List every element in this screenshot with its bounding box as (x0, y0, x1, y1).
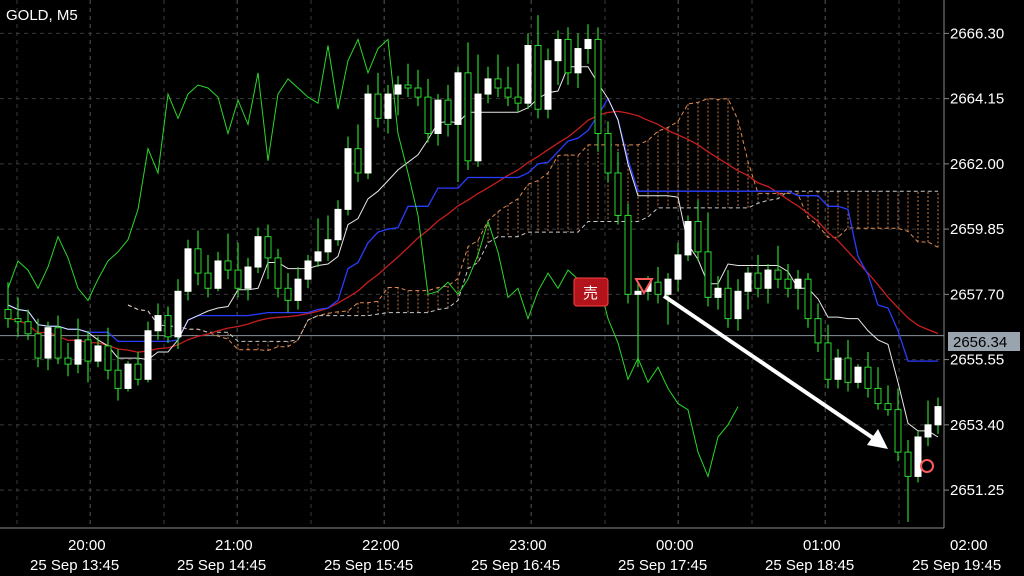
x-tick-label-date: 25 Sep 15:45 (324, 557, 413, 574)
candle (344, 136, 352, 216)
candle (184, 239, 192, 301)
candle (364, 84, 372, 180)
y-tick-label: 2659.85 (950, 221, 1004, 238)
sell-label: 売 (583, 284, 598, 302)
x-tick-label-date: 25 Sep 17:45 (618, 557, 707, 574)
y-tick-label: 2664.15 (950, 91, 1004, 108)
current-price-label: 2656.34 (953, 334, 1007, 351)
x-tick-label-time: 21:00 (215, 537, 253, 554)
x-tick-label-time: 22:00 (362, 537, 400, 554)
x-tick-label-time: 00:00 (656, 537, 694, 554)
y-tick-label: 2653.40 (950, 417, 1004, 434)
x-tick-label-date: 25 Sep 18:45 (765, 557, 854, 574)
x-tick-label-time: 23:00 (509, 537, 547, 554)
x-tick-label-time: 20:00 (68, 537, 106, 554)
candlestick-chart: 2666.30 2664.15 2662.00 2659.85 2657.70 2655.… (0, 0, 1024, 576)
candle (914, 430, 922, 483)
x-tick-label-date: 25 Sep 19:45 (912, 557, 1001, 574)
x-tick-label-time: 01:00 (803, 537, 841, 554)
y-tick-label: 2657.70 (950, 286, 1004, 303)
candle (144, 321, 152, 383)
x-tick-label-date: 25 Sep 16:45 (471, 557, 560, 574)
x-tick-label-date: 25 Sep 14:45 (177, 557, 266, 574)
y-tick-label: 2666.30 (950, 25, 1004, 42)
y-tick-label: 2662.00 (950, 156, 1004, 173)
x-tick-label-date: 25 Sep 13:45 (30, 557, 119, 574)
x-tick-label-time: 02:00 (950, 537, 988, 554)
y-tick-label: 2655.55 (950, 352, 1004, 369)
candle (684, 215, 692, 261)
candle (594, 27, 602, 152)
chart-title: GOLD, M5 (6, 7, 78, 24)
y-tick-label: 2651.25 (950, 482, 1004, 499)
candle (124, 361, 132, 392)
current-price-marker: 2656.34 (948, 332, 1020, 351)
candle (624, 203, 632, 304)
